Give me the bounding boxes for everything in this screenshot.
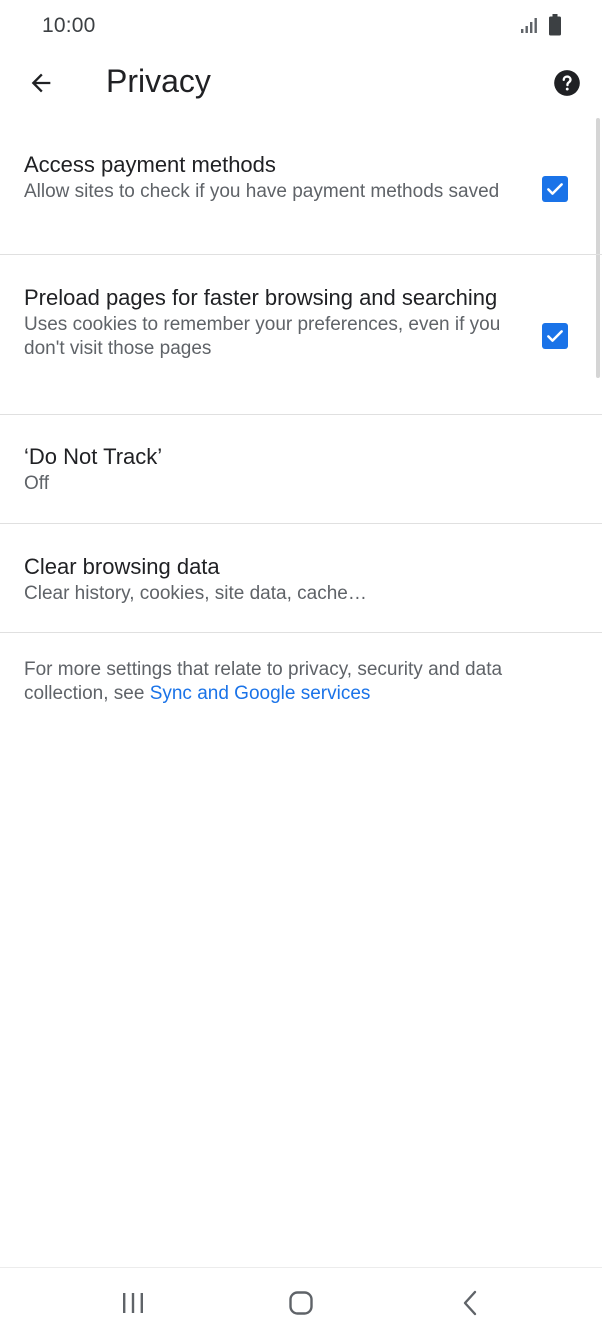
back-icon — [463, 1290, 477, 1316]
setting-subtitle: Uses cookies to remember your preference… — [24, 314, 501, 359]
signal-icon — [521, 18, 537, 33]
battery-icon — [549, 14, 561, 36]
back-button[interactable] — [20, 62, 62, 104]
toolbar: Privacy — [0, 52, 602, 116]
home-button[interactable] — [281, 1288, 321, 1318]
setting-title: Clear browsing data — [24, 554, 220, 579]
settings-list: Access payment methods Allow sites to ch… — [0, 124, 602, 633]
setting-title: ‘Do Not Track’ — [24, 444, 163, 469]
setting-preload-pages[interactable]: Preload pages for faster browsing and se… — [0, 255, 602, 415]
help-icon — [554, 70, 580, 96]
page-title: Privacy — [106, 63, 211, 99]
payment-methods-checkbox[interactable] — [542, 176, 568, 202]
setting-subtitle: Off — [24, 473, 49, 494]
preload-pages-checkbox[interactable] — [542, 323, 568, 349]
setting-subtitle: Clear history, cookies, site data, cache… — [24, 583, 367, 604]
setting-do-not-track[interactable]: ‘Do Not Track’ Off — [0, 415, 602, 524]
setting-access-payment-methods[interactable]: Access payment methods Allow sites to ch… — [0, 124, 602, 255]
navigation-bar — [0, 1267, 602, 1337]
sync-and-google-services-link[interactable]: Sync and Google services — [150, 683, 371, 704]
setting-clear-browsing-data[interactable]: Clear browsing data Clear history, cooki… — [0, 524, 602, 633]
arrow-back-icon — [31, 73, 51, 93]
status-time: 10:00 — [42, 14, 96, 37]
checkmark-icon — [547, 183, 563, 195]
home-icon — [289, 1291, 313, 1315]
recents-icon — [123, 1293, 143, 1313]
help-button[interactable] — [548, 64, 586, 102]
setting-title: Preload pages for faster browsing and se… — [24, 285, 498, 310]
checkmark-icon — [547, 330, 563, 342]
footer-note: For more settings that relate to privacy… — [24, 658, 574, 706]
setting-title: Access payment methods — [24, 152, 276, 177]
system-back-button[interactable] — [450, 1288, 490, 1318]
status-bar: 10:00 — [0, 0, 602, 52]
setting-subtitle: Allow sites to check if you have payment… — [24, 181, 500, 202]
recents-button[interactable] — [113, 1288, 153, 1318]
